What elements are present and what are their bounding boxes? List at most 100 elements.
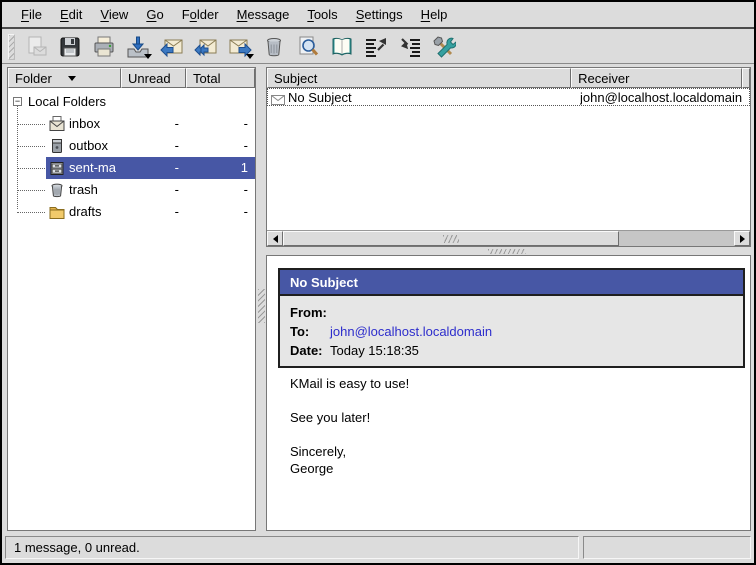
- folder-unread-count: -: [175, 204, 179, 219]
- message-title: No Subject: [290, 275, 358, 290]
- to-label: To:: [290, 324, 330, 339]
- reply-all-icon[interactable]: [191, 33, 221, 61]
- vertical-splitter[interactable]: [257, 67, 266, 531]
- root-folder-label: Local Folders: [28, 94, 106, 109]
- tree-line: [17, 212, 45, 213]
- tree-line: [17, 168, 45, 169]
- folder-row-trash[interactable]: trash - -: [8, 179, 255, 201]
- to-value[interactable]: john@localhost.localdomain: [330, 324, 492, 339]
- menu-folder[interactable]: Folder: [173, 4, 228, 25]
- trash-icon[interactable]: [259, 33, 289, 61]
- folder-name: outbox: [69, 138, 108, 153]
- splitter-grip: [488, 249, 526, 254]
- folder-unread-count: -: [175, 138, 179, 153]
- column-header-subject-label: Subject: [274, 71, 317, 86]
- configure-icon[interactable]: [429, 33, 459, 61]
- collapse-expander-icon[interactable]: −: [13, 97, 22, 106]
- folder-unread-count: -: [175, 116, 179, 131]
- scrollbar-thumb[interactable]: [283, 231, 619, 246]
- save-icon[interactable]: [55, 33, 85, 61]
- mail-envelope-icon: [271, 93, 285, 103]
- folder-name: trash: [69, 182, 98, 197]
- forward-icon[interactable]: [225, 33, 255, 61]
- folder-total-count: -: [244, 116, 248, 131]
- folder-name: drafts: [69, 204, 102, 219]
- previous-unread-icon[interactable]: [361, 33, 391, 61]
- message-preview-pane: No Subject From:To:john@localhost.locald…: [266, 255, 751, 531]
- check-mail-icon[interactable]: [123, 33, 153, 61]
- print-icon[interactable]: [89, 33, 119, 61]
- column-header-receiver[interactable]: Receiver: [571, 68, 742, 88]
- scroll-right-button[interactable]: [734, 231, 750, 246]
- folder-row-inbox[interactable]: inbox--: [8, 113, 255, 135]
- menu-help[interactable]: Help: [412, 4, 457, 25]
- column-header-unread[interactable]: Unread: [121, 68, 186, 88]
- column-header-date-label: Date: [749, 71, 750, 86]
- message-rows: No Subjectjohn@localhost.localdomainToda…: [267, 88, 750, 230]
- scroll-left-button[interactable]: [267, 231, 283, 246]
- folder-list-header: Folder Unread Total: [8, 68, 255, 88]
- scrollbar-grip: [443, 235, 459, 243]
- column-header-subject[interactable]: Subject: [267, 68, 571, 88]
- body-line: George: [290, 461, 740, 478]
- address-book-icon[interactable]: [327, 33, 357, 61]
- folder-row-outbox[interactable]: outbox--: [8, 135, 255, 157]
- splitter-grip: [258, 289, 265, 323]
- folder-tree: − Local Folders inbox--outbox--sent-ma-1…: [8, 88, 255, 530]
- date-value: Today 15:18:35: [330, 343, 419, 358]
- statusbar-message-section: 1 message, 0 unread.: [5, 536, 579, 559]
- folder-row-sent-ma[interactable]: sent-ma-1: [8, 157, 255, 179]
- menu-message[interactable]: Message: [228, 4, 299, 25]
- message-header-fields: From:To:john@localhost.localdomainDate:T…: [280, 296, 743, 366]
- message-list-header: Subject Receiver Date: [267, 68, 750, 88]
- menu-tools[interactable]: Tools: [298, 4, 346, 25]
- menu-edit[interactable]: Edit: [51, 4, 91, 25]
- folder-row-drafts[interactable]: drafts--: [8, 201, 255, 223]
- folder-unread-count: -: [175, 182, 179, 197]
- tree-line: [17, 146, 45, 147]
- folder-unread-count: -: [175, 160, 179, 175]
- arrow-right-icon: [740, 235, 745, 243]
- tree-line: [17, 190, 45, 191]
- reply-icon[interactable]: [157, 33, 187, 61]
- column-header-date[interactable]: Date: [742, 68, 750, 88]
- statusbar-aux-section: [583, 536, 751, 559]
- kmail-window: FileEditViewGoFolderMessageToolsSettings…: [0, 0, 756, 565]
- message-header-box: No Subject From:To:john@localhost.locald…: [278, 268, 745, 368]
- tree-line: [17, 124, 45, 125]
- find-messages-icon[interactable]: [293, 33, 323, 61]
- menu-file[interactable]: File: [12, 4, 51, 25]
- menu-settings[interactable]: Settings: [347, 4, 412, 25]
- menu-go[interactable]: Go: [137, 4, 172, 25]
- date-field: Date:Today 15:18:35: [290, 341, 743, 360]
- dropdown-arrow-icon[interactable]: [246, 54, 254, 59]
- message-title-bar: No Subject: [280, 270, 743, 296]
- body-line: See you later!: [290, 410, 740, 427]
- message-receiver: john@localhost.localdomain: [580, 90, 748, 105]
- folder-row-root[interactable]: − Local Folders: [8, 91, 255, 113]
- column-header-receiver-label: Receiver: [578, 71, 629, 86]
- folder-total-count: -: [244, 182, 248, 197]
- message-row[interactable]: No Subjectjohn@localhost.localdomainToda…: [267, 88, 750, 106]
- new-message-icon: [21, 33, 51, 61]
- statusbar-text: 1 message, 0 unread.: [14, 540, 140, 555]
- message-list: Subject Receiver Date No Subjectjohn@loc…: [266, 67, 751, 247]
- body-line: [290, 427, 740, 444]
- next-unread-icon[interactable]: [395, 33, 425, 61]
- horizontal-scrollbar[interactable]: [267, 230, 750, 246]
- from-field: From:: [290, 303, 743, 322]
- message-body: KMail is easy to use! See you later! Sin…: [290, 376, 740, 478]
- horizontal-splitter[interactable]: [266, 248, 751, 255]
- statusbar: 1 message, 0 unread.: [4, 533, 752, 561]
- sort-arrow-icon: [68, 76, 76, 81]
- column-header-total[interactable]: Total: [186, 68, 255, 88]
- inbox-icon: [48, 115, 66, 133]
- dropdown-arrow-icon[interactable]: [144, 54, 152, 59]
- to-field: To:john@localhost.localdomain: [290, 322, 743, 341]
- menu-view[interactable]: View: [91, 4, 137, 25]
- folder-total-count: 1: [241, 160, 248, 175]
- column-header-folder[interactable]: Folder: [8, 68, 121, 88]
- arrow-left-icon: [273, 235, 278, 243]
- toolbar-drag-handle[interactable]: [8, 34, 15, 60]
- folder-pane: Folder Unread Total − Local Folders inbo…: [7, 67, 256, 531]
